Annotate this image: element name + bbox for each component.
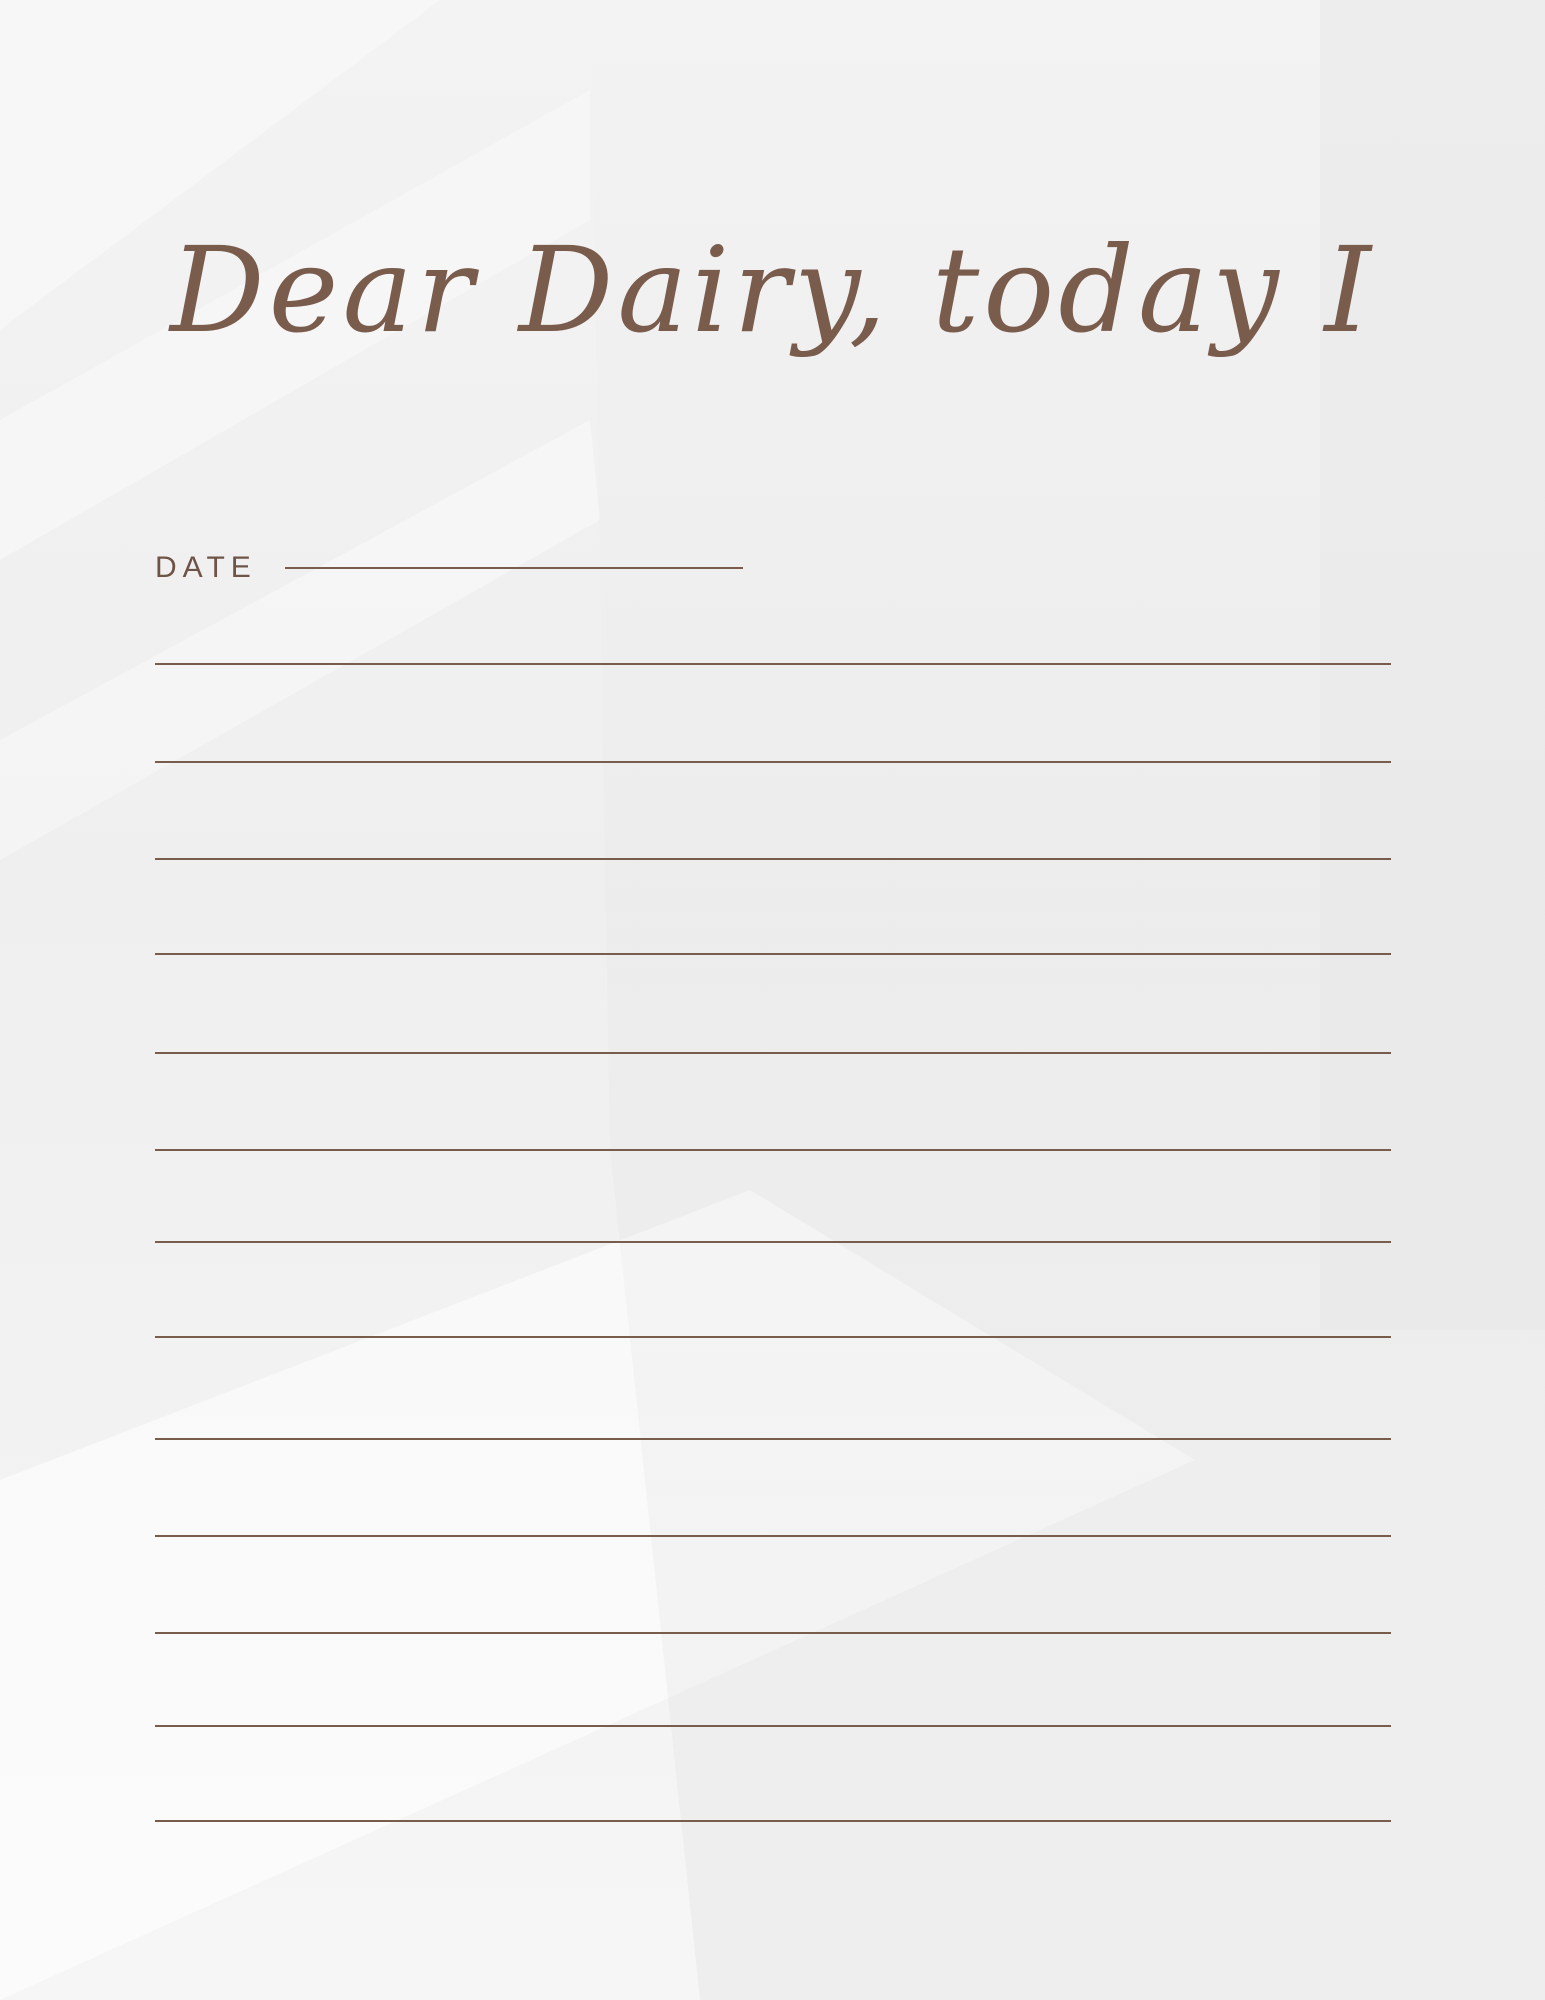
writing-line[interactable]: [155, 1052, 1391, 1054]
writing-line[interactable]: [155, 1632, 1391, 1634]
writing-line[interactable]: [155, 953, 1391, 955]
writing-line[interactable]: [155, 1336, 1391, 1338]
writing-line[interactable]: [155, 1535, 1391, 1537]
writing-line[interactable]: [155, 1149, 1391, 1151]
writing-line[interactable]: [155, 1241, 1391, 1243]
writing-lines: [155, 0, 1391, 2000]
writing-line[interactable]: [155, 1438, 1391, 1440]
writing-line[interactable]: [155, 1725, 1391, 1727]
writing-line[interactable]: [155, 663, 1391, 665]
diary-page: Dear Dairy, today I DATE: [0, 0, 1545, 2000]
writing-line[interactable]: [155, 1820, 1391, 1822]
writing-line[interactable]: [155, 761, 1391, 763]
writing-line[interactable]: [155, 858, 1391, 860]
